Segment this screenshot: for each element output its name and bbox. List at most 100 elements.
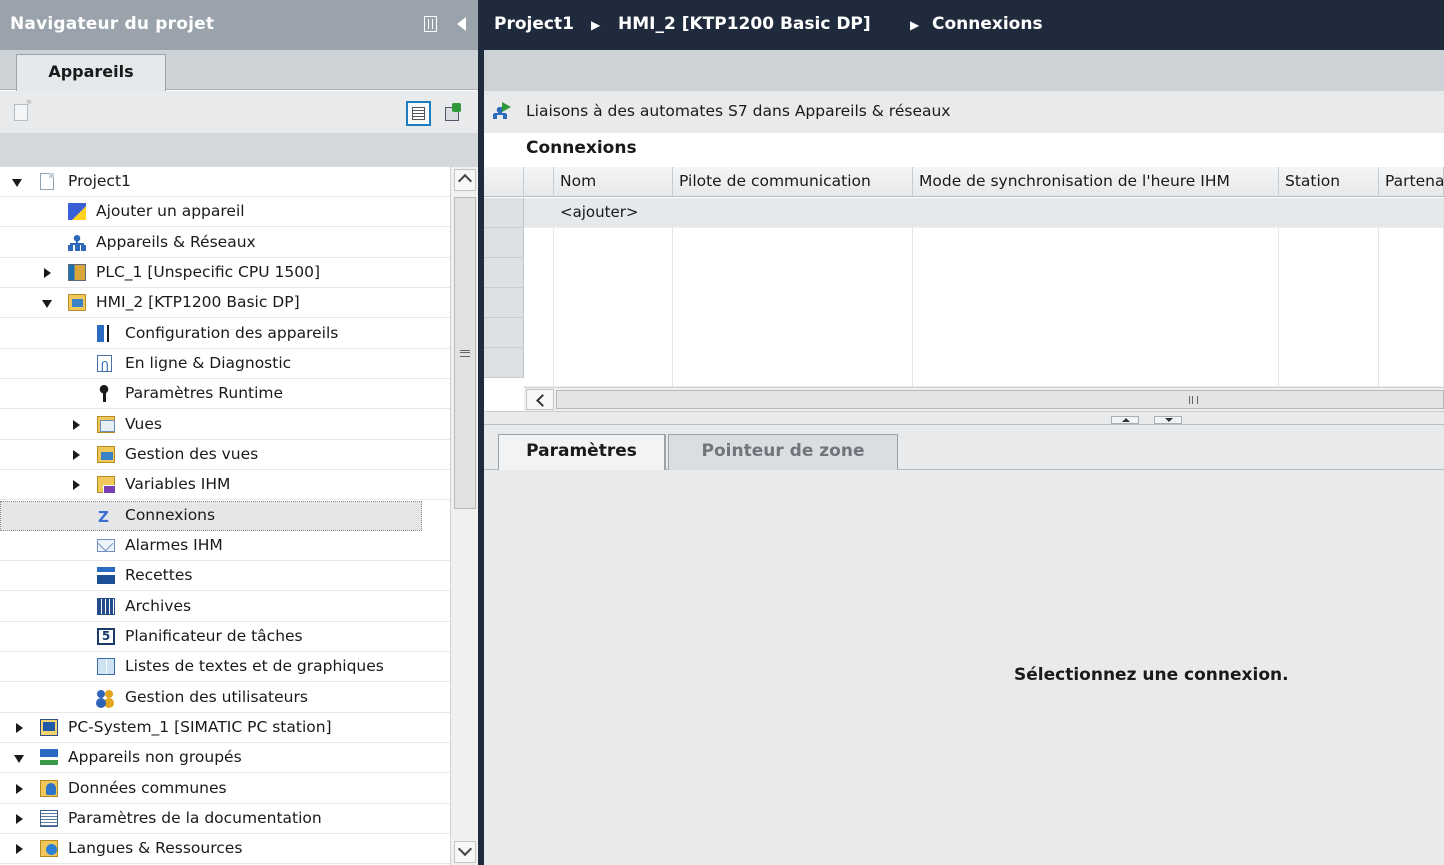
- tree-item-label: Données communes: [68, 779, 227, 797]
- tab-devices[interactable]: Appareils: [16, 54, 166, 91]
- new-item-icon[interactable]: [14, 97, 32, 121]
- tree-item-ungrouped[interactable]: Appareils non groupés: [0, 743, 450, 773]
- splitter-up-icon[interactable]: [1111, 416, 1139, 424]
- collapse-arrow-icon[interactable]: [73, 450, 80, 460]
- collapse-arrow-icon[interactable]: [73, 420, 80, 430]
- tree-item-label: En ligne & Diagnostic: [125, 354, 292, 372]
- breadcrumb-project[interactable]: Project1: [494, 14, 574, 34]
- add-connection-cell[interactable]: <ajouter>: [560, 203, 638, 221]
- tree-item-recipes[interactable]: Recettes: [0, 561, 450, 591]
- tree-item-languages[interactable]: Langues & Ressources: [0, 834, 450, 864]
- tree-item-add-device[interactable]: Ajouter un appareil: [0, 197, 450, 227]
- tree-item-hmi2[interactable]: HMI_2 [KTP1200 Basic DP]: [0, 288, 450, 318]
- collapse-arrow-icon[interactable]: [16, 844, 23, 854]
- properties-body: Sélectionnez une connexion.: [484, 470, 1444, 865]
- tree-item-text-graphic-lists[interactable]: Listes de textes et de graphiques: [0, 652, 450, 682]
- hmi-tags-icon: [97, 476, 116, 494]
- project-navigator: Navigateur du projet Appareils Project1 …: [0, 0, 478, 865]
- tree-item-user-admin[interactable]: Gestion des utilisateurs: [0, 683, 450, 713]
- scroll-down-icon[interactable]: [454, 841, 476, 863]
- project-tree: Project1 Ajouter un appareil Appareils &…: [0, 167, 450, 865]
- scroll-up-icon[interactable]: [454, 169, 476, 191]
- tree-scrollbar[interactable]: [450, 167, 478, 865]
- tree-item-online-diagnostic[interactable]: En ligne & Diagnostic: [0, 349, 450, 382]
- tree-item-label: Recettes: [125, 566, 193, 584]
- tree-item-label: Archives: [125, 597, 192, 615]
- table-column-partner: [1379, 228, 1444, 387]
- column-header-driver[interactable]: Pilote de communication: [673, 167, 913, 197]
- devices-networks-link-icon[interactable]: [493, 102, 513, 120]
- collapse-arrow-icon[interactable]: [16, 784, 23, 794]
- tree-item-label: Appareils & Réseaux: [96, 233, 256, 251]
- collapse-arrow-icon[interactable]: [44, 268, 51, 278]
- online-diagnostic-icon: [97, 353, 112, 382]
- recipes-icon: [97, 567, 115, 584]
- row-header[interactable]: [484, 258, 524, 288]
- expand-arrow-icon[interactable]: [14, 755, 24, 763]
- add-connection-row[interactable]: [524, 198, 1444, 228]
- row-header[interactable]: [484, 288, 524, 318]
- row-header[interactable]: [484, 228, 524, 258]
- pc-station-icon: [40, 719, 58, 736]
- splitter-down-icon[interactable]: [1154, 416, 1182, 424]
- breadcrumb-hmi[interactable]: HMI_2 [KTP1200 Basic DP]: [618, 14, 871, 34]
- connections-icon: [97, 503, 115, 532]
- properties-icon[interactable]: [444, 103, 464, 123]
- tree-item-screen-management[interactable]: Gestion des vues: [0, 440, 450, 470]
- scroll-left-icon[interactable]: [526, 389, 554, 410]
- tree-item-project1[interactable]: Project1: [0, 167, 450, 197]
- column-header-name[interactable]: Nom: [554, 167, 673, 197]
- column-header-station[interactable]: Station: [1279, 167, 1379, 197]
- user-admin-icon: [97, 689, 115, 706]
- collapse-arrow-icon[interactable]: [16, 814, 23, 824]
- tree-item-devices-networks[interactable]: Appareils & Réseaux: [0, 228, 450, 258]
- tree-item-plc1[interactable]: PLC_1 [Unspecific CPU 1500]: [0, 258, 450, 288]
- screens-folder-icon: [97, 416, 115, 433]
- tree-item-documentation[interactable]: Paramètres de la documentation: [0, 804, 450, 834]
- overview-icon[interactable]: [406, 101, 431, 126]
- scroll-thumb[interactable]: [556, 390, 1444, 409]
- add-device-icon: [68, 203, 86, 220]
- tree-item-task-scheduler[interactable]: Planificateur de tâches: [0, 622, 450, 652]
- collapse-arrow-icon[interactable]: [73, 480, 80, 490]
- text-graphic-lists-icon: [97, 658, 115, 675]
- pin-panel-icon[interactable]: [424, 16, 437, 32]
- tree-item-screens[interactable]: Vues: [0, 410, 450, 440]
- table-column-time-sync: [913, 228, 1279, 387]
- tree-item-label: Project1: [68, 172, 131, 190]
- plc-icon: [68, 264, 86, 281]
- connections-table: Nom Pilote de communication Mode de sync…: [484, 167, 1444, 387]
- tree-item-runtime-settings[interactable]: Paramètres Runtime: [0, 379, 450, 409]
- tree-item-label: Configuration des appareils: [125, 324, 339, 342]
- table-horizontal-scrollbar[interactable]: [524, 387, 1444, 411]
- scroll-thumb[interactable]: [454, 197, 476, 509]
- editor-link-row: Liaisons à des automates S7 dans Apparei…: [484, 91, 1444, 133]
- tree-item-label: Paramètres de la documentation: [68, 809, 322, 827]
- tree-item-alarms[interactable]: Alarmes IHM: [0, 531, 450, 561]
- collapse-panel-icon[interactable]: [457, 17, 466, 31]
- row-header[interactable]: [484, 318, 524, 348]
- tree-item-label: Listes de textes et de graphiques: [125, 657, 384, 675]
- expand-arrow-icon[interactable]: [12, 179, 22, 187]
- tab-area-pointer[interactable]: Pointeur de zone: [668, 434, 898, 471]
- s7-connections-link[interactable]: Liaisons à des automates S7 dans Apparei…: [526, 102, 950, 120]
- row-header[interactable]: [484, 198, 524, 228]
- breadcrumb-connections[interactable]: Connexions: [932, 14, 1043, 34]
- expand-arrow-icon[interactable]: [42, 300, 52, 308]
- tree-item-hmi-tags[interactable]: Variables IHM: [0, 470, 450, 500]
- breadcrumb-separator-icon: ▶: [591, 18, 601, 32]
- documentation-icon: [40, 810, 58, 827]
- row-header[interactable]: [484, 348, 524, 378]
- column-header-time-sync[interactable]: Mode de synchronisation de l'heure IHM: [913, 167, 1279, 197]
- tree-item-connections[interactable]: Connexions: [0, 501, 422, 532]
- column-header-partner[interactable]: Partenaire: [1379, 167, 1444, 197]
- tree-item-device-config[interactable]: Configuration des appareils: [0, 319, 450, 349]
- tab-parameters[interactable]: Paramètres: [498, 434, 666, 471]
- alarms-icon: [97, 539, 115, 552]
- tree-item-label: Planificateur de tâches: [125, 627, 303, 645]
- tree-item-archives[interactable]: Archives: [0, 592, 450, 622]
- editor-splitter[interactable]: [484, 411, 1444, 425]
- tree-item-pc-system[interactable]: PC-System_1 [SIMATIC PC station]: [0, 713, 450, 743]
- tree-item-common-data[interactable]: Données communes: [0, 774, 450, 804]
- collapse-arrow-icon[interactable]: [16, 723, 23, 733]
